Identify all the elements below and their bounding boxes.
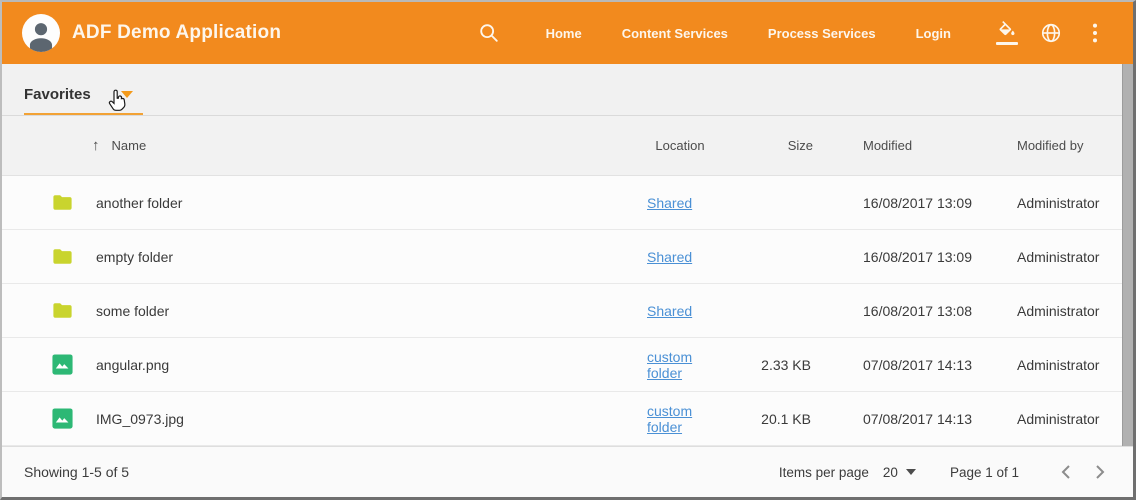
location-cell: Shared: [605, 195, 725, 211]
row-icon-cell: [2, 299, 80, 322]
modified-cell: 16/08/2017 13:08: [813, 303, 993, 319]
folder-icon: [51, 191, 74, 214]
location-link[interactable]: Shared: [647, 195, 692, 211]
items-per-page-value: 20: [883, 465, 898, 480]
modified-by-cell: Administrator: [993, 195, 1133, 211]
column-header-modified-by[interactable]: Modified by: [993, 138, 1133, 153]
page-indicator: Page 1 of 1: [950, 465, 1019, 480]
table-row[interactable]: empty folder Shared 16/08/2017 13:09 Adm…: [2, 230, 1133, 284]
search-icon[interactable]: [478, 22, 500, 44]
row-icon-cell: [2, 407, 80, 430]
nav-item-home[interactable]: Home: [546, 26, 582, 41]
table-header-row: ↑ Name Location Size Modified Modified b…: [2, 116, 1133, 176]
app-header: ADF Demo Application Home Content Servic…: [2, 2, 1133, 64]
row-icon-cell: [2, 191, 80, 214]
table-row[interactable]: IMG_0973.jpg custom folder 20.1 KB 07/08…: [2, 392, 1133, 446]
column-header-size[interactable]: Size: [725, 138, 813, 153]
location-cell: custom folder: [605, 349, 725, 381]
nav-item-content-services[interactable]: Content Services: [622, 26, 728, 41]
modified-by-cell: Administrator: [993, 411, 1133, 427]
chevron-left-icon: [1061, 464, 1071, 480]
image-file-icon: [51, 407, 74, 430]
favorites-label: Favorites: [24, 86, 91, 103]
modified-cell: 07/08/2017 14:13: [813, 411, 993, 427]
next-page-button[interactable]: [1087, 459, 1113, 485]
location-link[interactable]: Shared: [647, 249, 692, 265]
modified-by-cell: Administrator: [993, 249, 1133, 265]
location-link[interactable]: custom folder: [647, 349, 692, 381]
chevron-right-icon: [1095, 464, 1105, 480]
previous-page-button[interactable]: [1053, 459, 1079, 485]
pagination-footer: Showing 1-5 of 5 Items per page 20 Page …: [2, 446, 1133, 497]
language-icon[interactable]: [1039, 22, 1063, 44]
items-per-page-label: Items per page: [779, 465, 869, 480]
vertical-scrollbar-thumb[interactable]: [1122, 64, 1133, 446]
theme-picker-icon[interactable]: [995, 21, 1019, 45]
modified-by-cell: Administrator: [993, 303, 1133, 319]
image-file-icon: [51, 353, 74, 376]
table-body: another folder Shared 16/08/2017 13:09 A…: [2, 176, 1133, 446]
header-icon-group: [985, 21, 1117, 45]
row-icon-cell: [2, 245, 80, 268]
location-cell: Shared: [605, 303, 725, 319]
app-window: ADF Demo Application Home Content Servic…: [0, 0, 1136, 500]
location-link[interactable]: custom folder: [647, 403, 692, 435]
modified-cell: 16/08/2017 13:09: [813, 195, 993, 211]
file-name: some folder: [80, 303, 605, 319]
file-name: angular.png: [80, 357, 605, 373]
sort-ascending-icon: ↑: [92, 137, 100, 154]
chevron-down-icon: [906, 469, 916, 475]
nav-item-login[interactable]: Login: [916, 26, 951, 41]
folder-icon: [51, 299, 74, 322]
modified-by-cell: Administrator: [993, 357, 1133, 373]
chevron-down-icon: [121, 91, 133, 98]
location-cell: custom folder: [605, 403, 725, 435]
table-row[interactable]: another folder Shared 16/08/2017 13:09 A…: [2, 176, 1133, 230]
column-header-location[interactable]: Location: [605, 138, 725, 153]
location-cell: Shared: [605, 249, 725, 265]
app-title: ADF Demo Application: [72, 22, 281, 44]
avatar[interactable]: [22, 14, 60, 52]
table-row[interactable]: some folder Shared 16/08/2017 13:08 Admi…: [2, 284, 1133, 338]
favorites-dropdown[interactable]: Favorites: [24, 86, 143, 115]
table-row[interactable]: angular.png custom folder 2.33 KB 07/08/…: [2, 338, 1133, 392]
file-name: another folder: [80, 195, 605, 211]
file-name: IMG_0973.jpg: [80, 411, 605, 427]
showing-range-label: Showing 1-5 of 5: [24, 464, 129, 480]
theme-color-bar: [996, 42, 1018, 45]
column-header-modified[interactable]: Modified: [813, 138, 993, 153]
file-name: empty folder: [80, 249, 605, 265]
items-per-page-select[interactable]: 20: [883, 465, 916, 480]
size-cell: 20.1 KB: [725, 411, 813, 427]
modified-cell: 16/08/2017 13:09: [813, 249, 993, 265]
location-link[interactable]: Shared: [647, 303, 692, 319]
more-vert-icon[interactable]: [1083, 22, 1107, 44]
size-cell: 2.33 KB: [725, 357, 813, 373]
favorites-bar: Favorites: [2, 64, 1133, 116]
main-nav: Home Content Services Process Services L…: [526, 26, 971, 41]
row-icon-cell: [2, 353, 80, 376]
modified-cell: 07/08/2017 14:13: [813, 357, 993, 373]
person-icon: [24, 18, 58, 52]
folder-icon: [51, 245, 74, 268]
column-header-name[interactable]: ↑ Name: [80, 137, 605, 154]
vertical-scrollbar-track[interactable]: [1122, 64, 1133, 446]
nav-item-process-services[interactable]: Process Services: [768, 26, 876, 41]
